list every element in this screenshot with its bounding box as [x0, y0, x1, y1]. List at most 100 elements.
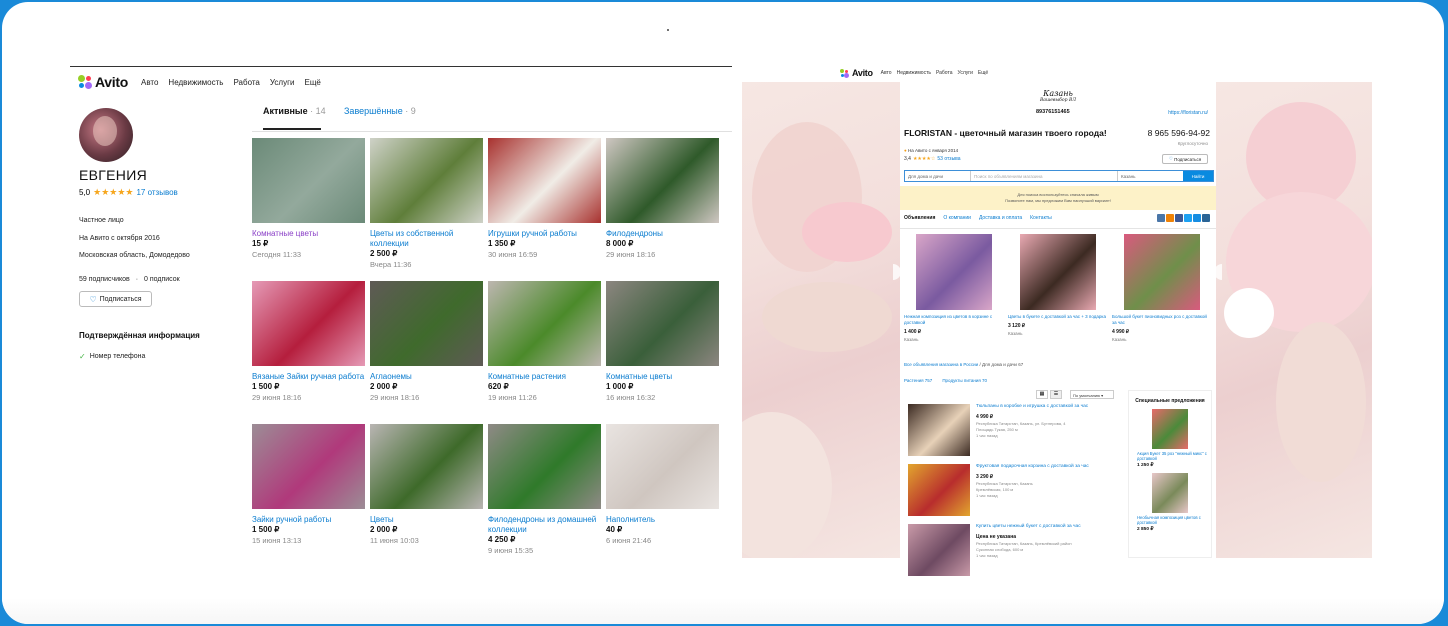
listing-photo[interactable] — [606, 424, 719, 509]
avatar[interactable] — [79, 108, 133, 162]
carousel-title[interactable]: Цветы в букете с доставкой за час + 3 по… — [1008, 314, 1108, 320]
store-list-title[interactable]: Купить цветы нежный букет с доставкой за… — [976, 524, 1081, 530]
nav-link-auto[interactable]: Авто — [881, 70, 892, 76]
nav-link-more[interactable]: Ещё — [978, 70, 988, 76]
subscribe-button[interactable]: ♡ Подписаться — [79, 291, 152, 307]
special-offer-title[interactable]: Необычная композиция цветов с доставкой — [1129, 515, 1211, 525]
listing-title[interactable]: Комнатные цветы — [252, 229, 365, 239]
listing-card[interactable]: Комнатные цветы 15 ₽ Сегодня 11:33 — [252, 138, 365, 281]
search-category-select[interactable]: Для дома и дачи — [905, 171, 971, 181]
vk-icon[interactable] — [1157, 214, 1165, 222]
fb-icon[interactable] — [1175, 214, 1183, 222]
tab-listings[interactable]: Объявления — [904, 215, 935, 221]
filter-food[interactable]: Продукты питания 70 — [942, 378, 987, 383]
store-list-photo[interactable] — [908, 524, 970, 576]
carousel-card[interactable]: Нежная композиция из цветов в корзине с … — [904, 234, 1004, 342]
breadcrumb-root[interactable]: Все объявления магазина в России — [904, 362, 978, 367]
listing-card[interactable]: Зайки ручной работы 1 500 ₽ 15 июня 13:13 — [252, 424, 365, 567]
listing-photo[interactable] — [488, 424, 601, 509]
listing-card[interactable]: Игрушки ручной работы 1 350 ₽ 30 июня 16:5… — [488, 138, 601, 281]
subscriptions-count[interactable]: 0 подписок — [144, 276, 180, 283]
twitter-icon[interactable] — [1184, 214, 1192, 222]
avito-logo-small[interactable]: Avito — [840, 68, 873, 78]
listing-card[interactable]: Вязаные Зайки ручная работа 1 500 ₽ 29 июн… — [252, 281, 365, 424]
listing-title[interactable]: Наполнитель — [606, 515, 719, 525]
list-view-icon[interactable]: ☰ — [1050, 390, 1062, 399]
carousel-card[interactable]: Большой букет пионовидных роз с доставко… — [1112, 234, 1212, 342]
special-offer[interactable]: Необычная композиция цветов с доставкой 2… — [1129, 473, 1211, 532]
listing-photo[interactable] — [370, 424, 483, 509]
listing-title[interactable]: Цветы из собственной коллекции — [370, 229, 483, 249]
sort-select[interactable]: По умолчанию ▾ — [1070, 390, 1114, 399]
store-list-row[interactable]: Фруктовая подарочная корзина с доставкой… — [908, 464, 1123, 524]
search-city-select[interactable]: Казань — [1117, 171, 1183, 181]
store-reviews-link[interactable]: 53 отзыва — [937, 156, 960, 162]
carousel-photo[interactable] — [1124, 234, 1200, 310]
listing-card[interactable]: Цветы из собственной коллекции 2 500 ₽ Вче… — [370, 138, 483, 281]
store-search-input[interactable]: Поиск по объявлениям магазина — [971, 171, 1117, 181]
special-offer-photo[interactable] — [1152, 409, 1188, 449]
listing-photo[interactable] — [370, 138, 483, 223]
reviews-link[interactable]: 17 отзывов — [136, 188, 177, 197]
ok-icon[interactable] — [1166, 214, 1174, 222]
listing-card[interactable]: Филодендроны 8 000 ₽ 29 июня 18:16 — [606, 138, 719, 281]
listing-card[interactable]: Цветы 2 000 ₽ 11 июня 10:03 — [370, 424, 483, 567]
special-offer-photo[interactable] — [1152, 473, 1188, 513]
store-subscribe-button[interactable]: ♡ Подписаться — [1162, 154, 1208, 164]
nav-link-auto[interactable]: Авто — [141, 78, 158, 87]
tab-about[interactable]: О компании — [943, 215, 971, 221]
listing-photo[interactable] — [252, 281, 365, 366]
nav-link-realty[interactable]: Недвижимость — [168, 78, 223, 87]
carousel-photo[interactable] — [916, 234, 992, 310]
listing-title[interactable]: Цветы — [370, 515, 483, 525]
listing-photo[interactable] — [488, 138, 601, 223]
subscribers-count[interactable]: 59 подписчиков — [79, 276, 130, 283]
grid-view-icon[interactable]: ▦ — [1036, 390, 1048, 399]
listing-card[interactable]: Аглаонемы 2 000 ₽ 29 июня 18:16 — [370, 281, 483, 424]
avito-logo[interactable]: Avito — [78, 74, 128, 90]
store-logo[interactable]: Казань Вашевыбор ВЛ — [1028, 90, 1088, 104]
listing-card[interactable]: Комнатные растения 620 ₽ 19 июня 11:26 — [488, 281, 601, 424]
filter-plants[interactable]: Растения 757 — [904, 378, 932, 383]
listing-title[interactable]: Аглаонемы — [370, 372, 483, 382]
tab-active[interactable]: Активные · 14 — [263, 106, 326, 130]
listing-title[interactable]: Вязаные Зайки ручная работа — [252, 372, 365, 382]
lj-icon[interactable] — [1202, 214, 1210, 222]
listing-photo[interactable] — [606, 138, 719, 223]
mail-icon[interactable] — [1193, 214, 1201, 222]
carousel-card[interactable]: Цветы в букете с доставкой за час + 3 по… — [1008, 234, 1108, 342]
nav-link-more[interactable]: Ещё — [304, 78, 320, 87]
carousel-title[interactable]: Нежная композиция из цветов в корзине с … — [904, 314, 1004, 326]
listing-title[interactable]: Филодендроны из домашней коллекции — [488, 515, 601, 535]
listing-title[interactable]: Игрушки ручной работы — [488, 229, 601, 239]
nav-link-services[interactable]: Услуги — [270, 78, 295, 87]
nav-link-jobs[interactable]: Работа — [936, 70, 953, 76]
listing-photo[interactable] — [252, 424, 365, 509]
nav-link-jobs[interactable]: Работа — [233, 78, 259, 87]
special-offer[interactable]: Акция Букет 35 роз "нежный микс" с доста… — [1129, 409, 1211, 468]
store-phone[interactable]: 8 965 596-94-92 — [1148, 128, 1210, 138]
tab-delivery[interactable]: Доставка и оплата — [979, 215, 1022, 221]
store-list-title[interactable]: Тюльпаны в коробке и игрушка с доставкой… — [976, 404, 1088, 410]
listing-photo[interactable] — [488, 281, 601, 366]
store-list-title[interactable]: Фруктовая подарочная корзина с доставкой… — [976, 464, 1089, 470]
store-list-photo[interactable] — [908, 404, 970, 456]
store-list-row[interactable]: Купить цветы нежный букет с доставкой за… — [908, 524, 1123, 584]
listing-title[interactable]: Комнатные растения — [488, 372, 601, 382]
listing-card[interactable]: Наполнитель 40 ₽ 6 июня 21:46 — [606, 424, 719, 567]
listing-photo[interactable] — [252, 138, 365, 223]
listing-title[interactable]: Комнатные цветы — [606, 372, 719, 382]
listing-photo[interactable] — [370, 281, 483, 366]
search-button[interactable]: Найти — [1183, 171, 1213, 181]
store-website-link[interactable]: https://floristan.ru/ — [1168, 110, 1208, 116]
store-list-photo[interactable] — [908, 464, 970, 516]
listing-title[interactable]: Филодендроны — [606, 229, 719, 239]
store-list-row[interactable]: Тюльпаны в коробке и игрушка с доставкой… — [908, 404, 1123, 464]
listing-photo[interactable] — [606, 281, 719, 366]
listing-card[interactable]: Филодендроны из домашней коллекции 4 250 … — [488, 424, 601, 567]
carousel-photo[interactable] — [1020, 234, 1096, 310]
nav-link-realty[interactable]: Недвижимость — [897, 70, 931, 76]
tab-completed[interactable]: Завершённые · 9 — [344, 106, 416, 116]
special-offer-title[interactable]: Акция Букет 35 роз "нежный микс" с доста… — [1129, 451, 1211, 461]
listing-card[interactable]: Комнатные цветы 1 000 ₽ 16 июня 16:32 — [606, 281, 719, 424]
